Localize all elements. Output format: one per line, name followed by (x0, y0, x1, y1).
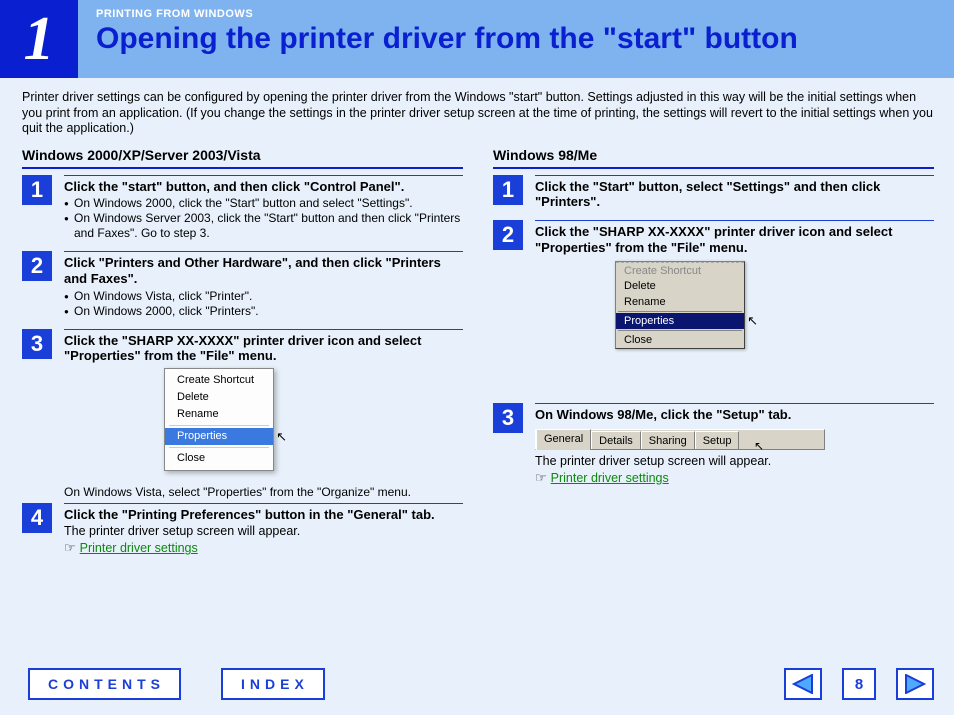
printer-driver-settings-link[interactable]: Printer driver settings (551, 471, 669, 485)
columns: Windows 2000/XP/Server 2003/Vista 1 Clic… (22, 147, 934, 567)
intro-paragraph: Printer driver settings can be configure… (22, 90, 934, 137)
prev-page-button[interactable] (784, 668, 822, 700)
next-page-button[interactable] (896, 668, 934, 700)
step-bullet: On Windows 2000, click the "Start" butto… (64, 196, 463, 211)
step-number: 2 (22, 251, 52, 281)
header-kicker: PRINTING FROM WINDOWS (96, 8, 798, 20)
step-text: Click the "SHARP XX-XXXX" printer driver… (535, 224, 934, 255)
step-number: 1 (493, 175, 523, 205)
menu-item-properties[interactable]: Properties↖ (616, 313, 744, 329)
pager: 8 (784, 668, 934, 700)
right-heading: Windows 98/Me (493, 147, 934, 163)
step-number: 4 (22, 503, 52, 533)
left-step-1: 1 Click the "start" button, and then cli… (22, 175, 463, 242)
chapter-number: 1 (0, 0, 78, 78)
right-column: Windows 98/Me 1 Click the "Start" button… (493, 147, 934, 567)
menu-item[interactable]: Close (616, 332, 744, 348)
cursor-icon: ↖ (754, 439, 764, 453)
left-column: Windows 2000/XP/Server 2003/Vista 1 Clic… (22, 147, 463, 567)
page-title: Opening the printer driver from the "sta… (96, 22, 798, 56)
menu-item[interactable]: Close (165, 450, 273, 467)
bottom-nav: CONTENTS INDEX 8 (0, 659, 954, 715)
menu-item[interactable]: Delete (165, 389, 273, 406)
menu-item[interactable]: Create Shortcut (165, 372, 273, 389)
menu-separator (169, 425, 269, 426)
printer-driver-settings-link[interactable]: Printer driver settings (80, 541, 198, 555)
header-text: PRINTING FROM WINDOWS Opening the printe… (78, 0, 798, 78)
left-step-2: 2 Click "Printers and Other Hardware", a… (22, 251, 463, 318)
menu-item-properties[interactable]: Properties↖ (165, 428, 273, 445)
menu-item[interactable]: Create Shortcut (616, 262, 744, 278)
tab-sharing[interactable]: Sharing (641, 431, 695, 449)
pointer-icon: ☞ (535, 470, 547, 486)
index-button[interactable]: INDEX (221, 668, 325, 700)
step-number: 3 (22, 329, 52, 359)
menu-separator (169, 447, 269, 448)
step-bullet: On Windows 2000, click "Printers". (64, 304, 463, 319)
header-band: 1 PRINTING FROM WINDOWS Opening the prin… (0, 0, 954, 78)
divider (22, 167, 463, 169)
context-menu-98: Create Shortcut Delete Rename Properties… (615, 261, 745, 349)
cursor-icon: ↖ (747, 314, 758, 328)
step-text: Click "Printers and Other Hardware", and… (64, 255, 463, 286)
step-number: 3 (493, 403, 523, 433)
right-step-3: 3 On Windows 98/Me, click the "Setup" ta… (493, 403, 934, 486)
left-heading: Windows 2000/XP/Server 2003/Vista (22, 147, 463, 163)
left-step-4: 4 Click the "Printing Preferences" butto… (22, 503, 463, 557)
left-step-3: 3 Click the "SHARP XX-XXXX" printer driv… (22, 329, 463, 475)
step-text: On Windows 98/Me, click the "Setup" tab. (535, 407, 934, 423)
menu-separator (618, 330, 742, 331)
step-text: Click the "SHARP XX-XXXX" printer driver… (64, 333, 463, 364)
step-bullet: On Windows Server 2003, click the "Start… (64, 211, 463, 241)
tab-details[interactable]: Details (591, 431, 641, 449)
right-step-1: 1 Click the "Start" button, select "Sett… (493, 175, 934, 210)
step-number: 1 (22, 175, 52, 205)
menu-item[interactable]: Rename (165, 406, 273, 423)
pointer-icon: ☞ (64, 540, 76, 556)
contents-button[interactable]: CONTENTS (28, 668, 181, 700)
triangle-left-icon (792, 674, 814, 694)
divider (493, 167, 934, 169)
tabs-98: General Details Sharing Setup ↖ (535, 429, 825, 450)
step-number: 2 (493, 220, 523, 250)
step-subtext: The printer driver setup screen will app… (64, 524, 463, 538)
content-area: Printer driver settings can be configure… (0, 78, 954, 566)
step-subtext: The printer driver setup screen will app… (535, 454, 934, 468)
step-bullet: On Windows Vista, click "Printer". (64, 289, 463, 304)
menu-item[interactable]: Delete (616, 278, 744, 294)
step-text: Click the "Start" button, select "Settin… (535, 179, 934, 210)
context-menu-xp: Create Shortcut Delete Rename Properties… (164, 368, 274, 471)
cursor-icon: ↖ (276, 429, 287, 444)
step-text: Click the "Printing Preferences" button … (64, 507, 463, 523)
step-note: On Windows Vista, select "Properties" fr… (64, 485, 463, 499)
tab-general[interactable]: General (536, 429, 591, 450)
page-number: 8 (842, 668, 876, 700)
right-step-2: 2 Click the "SHARP XX-XXXX" printer driv… (493, 220, 934, 353)
tab-setup[interactable]: Setup (695, 431, 740, 449)
menu-separator (618, 311, 742, 312)
step-text: Click the "start" button, and then click… (64, 179, 463, 195)
menu-item[interactable]: Rename (616, 294, 744, 310)
triangle-right-icon (904, 674, 926, 694)
